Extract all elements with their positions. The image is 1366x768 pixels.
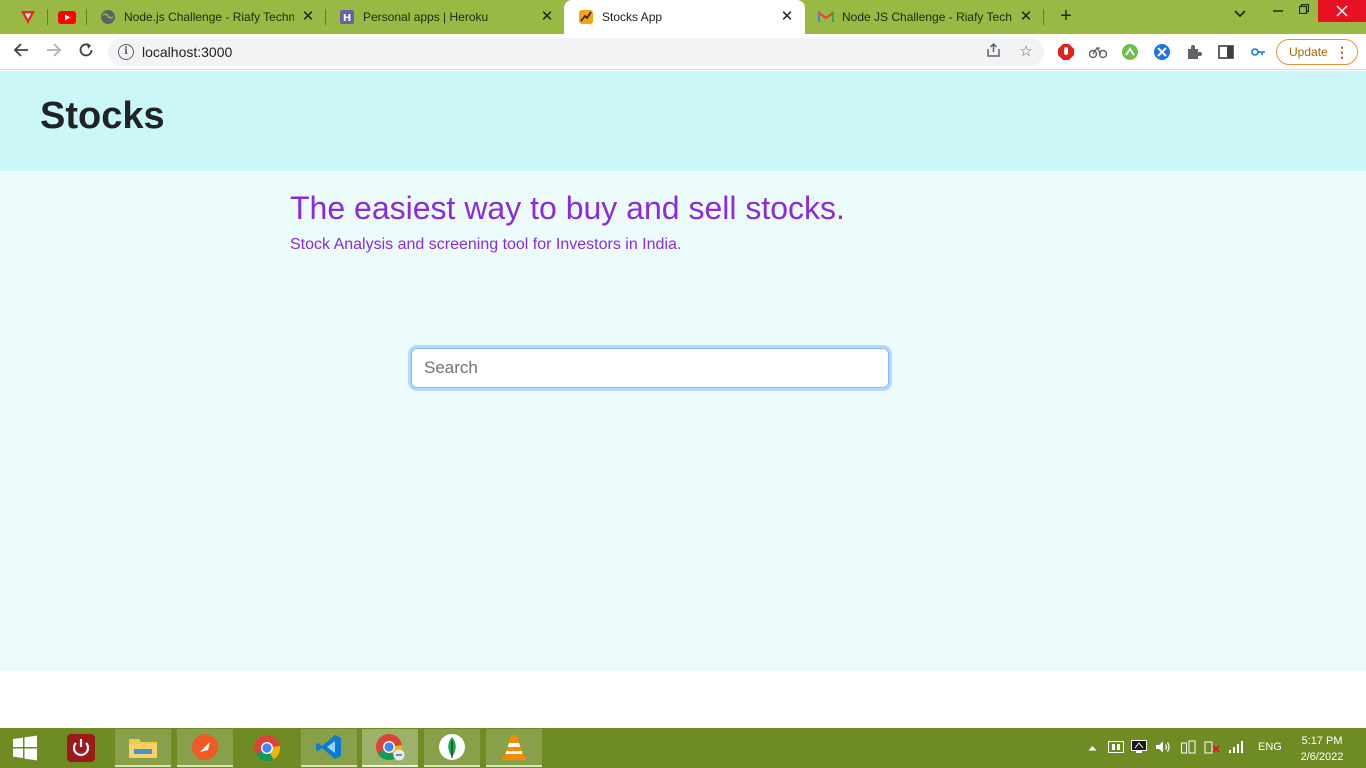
- address-bar[interactable]: i localhost:3000 ☆: [108, 38, 1044, 66]
- chrome-icon: [254, 735, 281, 762]
- site-info-icon[interactable]: i: [118, 44, 134, 60]
- minimize-button[interactable]: [1264, 0, 1292, 22]
- profile-icon[interactable]: [1248, 42, 1268, 62]
- arrow-right-icon: [47, 43, 62, 57]
- tab-gmail[interactable]: Node JS Challenge - Riafy Technologies ✕: [804, 0, 1044, 34]
- device-icon[interactable]: [1180, 740, 1196, 756]
- vlc-cone-icon: [502, 735, 526, 760]
- folder-icon: [129, 739, 157, 758]
- blue-extension-icon[interactable]: [1152, 42, 1172, 62]
- svg-text:H: H: [343, 13, 351, 24]
- taskbar-vlc[interactable]: [486, 729, 542, 767]
- clock-date: 2/6/2022: [1300, 751, 1344, 763]
- power-icon: [67, 734, 95, 762]
- url-text[interactable]: localhost:3000: [142, 44, 232, 60]
- input-language[interactable]: ENG: [1258, 741, 1282, 753]
- postman-icon: [192, 734, 218, 760]
- globe-icon: [100, 9, 116, 25]
- side-panel-icon[interactable]: [1216, 42, 1236, 62]
- vscode-icon: [316, 735, 341, 759]
- page-header: Stocks: [0, 71, 1366, 171]
- windows-taskbar: ENG 5:17 PM 2/6/2022: [0, 728, 1366, 768]
- arrow-left-icon: [13, 43, 28, 57]
- start-button[interactable]: [0, 729, 50, 767]
- search-input[interactable]: [411, 348, 889, 388]
- update-button[interactable]: Update ⋮: [1276, 39, 1358, 65]
- taskbar-chrome[interactable]: [239, 729, 295, 767]
- pinned-tab-vivaldi[interactable]: [9, 0, 47, 34]
- battery-warning-icon[interactable]: [1204, 740, 1220, 756]
- hero-subtitle: Stock Analysis and screening tool for In…: [290, 236, 682, 253]
- network-display-icon[interactable]: [1131, 740, 1147, 756]
- stocks-app-icon: [578, 9, 594, 25]
- hero-section: The easiest way to buy and sell stocks. …: [0, 171, 1366, 671]
- close-window-button[interactable]: [1318, 0, 1366, 22]
- browser-tab-strip: Node.js Challenge - Riafy Technologies ✕…: [0, 0, 1366, 34]
- browser-toolbar: i localhost:3000 ☆ Update ⋮: [0, 34, 1366, 70]
- volume-icon[interactable]: [1155, 740, 1171, 756]
- chrome-profile-icon: [376, 734, 405, 761]
- clock-time: 5:17 PM: [1301, 735, 1343, 747]
- bike-extension-icon[interactable]: [1088, 42, 1108, 62]
- forward-button[interactable]: [42, 40, 66, 64]
- heroku-icon: H: [339, 9, 355, 25]
- restore-button[interactable]: [1290, 0, 1318, 22]
- system-clock[interactable]: 5:17 PM 2/6/2022: [1296, 733, 1348, 765]
- close-tab-icon[interactable]: ✕: [300, 9, 316, 25]
- tray-app-icon[interactable]: [1108, 740, 1124, 756]
- close-tab-icon[interactable]: ✕: [1018, 9, 1034, 25]
- show-hidden-icons-chevron-icon[interactable]: [1084, 740, 1100, 756]
- taskbar-vscode[interactable]: [301, 729, 357, 767]
- youtube-icon: [58, 10, 76, 24]
- wifi-signal-icon[interactable]: [1228, 740, 1244, 756]
- taskbar-file-explorer[interactable]: [115, 729, 171, 767]
- tab-stocks-app[interactable]: Stocks App ✕: [564, 0, 805, 34]
- adblock-extension-icon[interactable]: [1056, 42, 1076, 62]
- pinned-tab-logo-icon: [21, 11, 35, 24]
- tab-search-chevron-icon[interactable]: [1230, 7, 1250, 27]
- extensions-puzzle-icon[interactable]: [1184, 42, 1204, 62]
- page-viewport: Stocks The easiest way to buy and sell s…: [0, 71, 1366, 728]
- page-title: Stocks: [40, 95, 165, 137]
- taskbar-power-app[interactable]: [53, 729, 109, 767]
- share-icon[interactable]: [984, 42, 1004, 62]
- menu-dots-icon[interactable]: ⋮: [1335, 40, 1349, 64]
- tab-heroku[interactable]: H Personal apps | Heroku ✕: [325, 0, 565, 34]
- taskbar-chrome-profile[interactable]: [362, 729, 418, 767]
- bookmark-star-icon[interactable]: ☆: [1016, 42, 1036, 62]
- reload-icon: [79, 43, 93, 57]
- tab-title: Stocks App: [602, 10, 663, 24]
- hero-tagline: The easiest way to buy and sell stocks.: [290, 190, 845, 226]
- tab-title: Personal apps | Heroku: [363, 10, 489, 24]
- tab-nodejs-challenge[interactable]: Node.js Challenge - Riafy Technologies ✕: [86, 0, 326, 34]
- windows-logo-icon: [13, 735, 37, 761]
- taskbar-mongodb-compass[interactable]: [424, 729, 480, 767]
- green-extension-icon[interactable]: [1120, 42, 1140, 62]
- close-tab-icon[interactable]: ✕: [779, 9, 795, 25]
- new-tab-button[interactable]: +: [1054, 5, 1078, 29]
- reload-button[interactable]: [74, 40, 98, 64]
- update-label: Update: [1289, 45, 1328, 59]
- mongodb-leaf-icon: [439, 734, 465, 760]
- back-button[interactable]: [9, 40, 33, 64]
- pinned-tab-youtube[interactable]: [48, 0, 86, 34]
- taskbar-postman[interactable]: [177, 729, 233, 767]
- close-tab-icon[interactable]: ✕: [539, 9, 555, 25]
- gmail-icon: [818, 9, 834, 25]
- tab-title: Node.js Challenge - Riafy Technologies: [124, 10, 294, 24]
- tab-title: Node JS Challenge - Riafy Technologies: [842, 10, 1012, 24]
